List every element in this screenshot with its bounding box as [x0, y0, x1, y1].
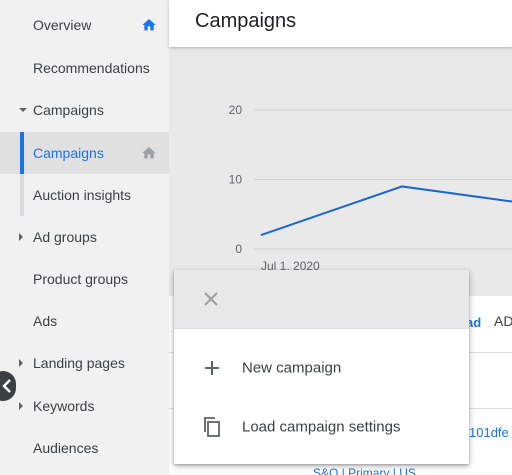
sidebar-item-campaigns-group[interactable]: Campaigns [0, 89, 169, 131]
chevron-right-icon [19, 233, 23, 241]
sidebar-item-label: Recommendations [33, 60, 150, 76]
sidebar-item-label: Landing pages [33, 355, 125, 371]
close-icon[interactable] [202, 290, 220, 308]
sidebar-item-label: Ads [33, 313, 58, 329]
sidebar-item-ad-groups[interactable]: Ad groups [0, 216, 169, 258]
new-campaign-menu-item[interactable]: New campaign [174, 339, 469, 397]
page-header: Campaigns [169, 0, 512, 47]
menu-item-label: New campaign [242, 359, 342, 377]
campaign-id-link[interactable]: 101dfe [469, 425, 509, 440]
y-tick-label: 10 [229, 173, 243, 187]
home-icon [142, 147, 156, 159]
sidebar-item-landing-pages[interactable]: Landing pages [0, 342, 169, 384]
performance-chart: 20100 Jul 1, 2020 [229, 103, 512, 273]
sidebar-item-label: Audiences [33, 440, 99, 456]
campaign-row-link[interactable]: S&O | Primary | US [313, 466, 416, 475]
plus-icon [205, 361, 219, 375]
page-title: Campaigns [195, 10, 297, 32]
load-campaign-settings-menu-item[interactable]: Load campaign settings [174, 398, 469, 456]
sidebar-item-overview[interactable]: Overview [0, 4, 169, 46]
sidebar-item-label: Overview [33, 17, 92, 33]
series-line [260, 185, 512, 237]
sidebar-item-ads[interactable]: Ads [0, 300, 169, 342]
sidebar-item-label: Auction insights [33, 187, 132, 203]
menu-header [174, 270, 469, 329]
sidebar-item-recommendations[interactable]: Recommendations [0, 47, 169, 89]
menu-item-label: Load campaign settings [242, 418, 401, 436]
chevron-down-icon [19, 108, 27, 112]
y-tick-label: 20 [229, 103, 243, 117]
sidebar-item-campaigns[interactable]: Campaigns [0, 132, 169, 174]
sidebar: Overview Recommendations Campaigns Campa… [0, 0, 169, 475]
chart-grid [254, 109, 512, 250]
sidebar-item-label: Keywords [33, 398, 95, 414]
sidebar-item-auction-insights[interactable]: Auction insights [0, 174, 169, 216]
home-icon [142, 19, 156, 31]
chevron-right-icon [19, 359, 23, 367]
table-tab[interactable]: AD [494, 313, 512, 329]
chevron-right-icon [19, 402, 23, 410]
sidebar-item-audiences[interactable]: Audiences [0, 427, 169, 469]
sidebar-item-label: Campaigns [33, 102, 104, 118]
new-campaign-menu: New campaign Load campaign settings [174, 270, 469, 464]
sidebar-item-keywords[interactable]: Keywords [0, 385, 169, 427]
y-tick-label: 0 [235, 242, 242, 256]
sidebar-item-label: Ad groups [33, 229, 97, 245]
sidebar-item-label: Campaigns [33, 145, 104, 161]
chevron-left-icon [2, 379, 11, 393]
y-axis-ticks: 20 10 0 [229, 103, 243, 256]
copy-icon [204, 417, 220, 437]
sub-item-indicator [20, 174, 24, 216]
sidebar-item-product-groups[interactable]: Product groups [0, 258, 169, 300]
sidebar-item-label: Product groups [33, 271, 128, 287]
active-indicator [20, 132, 24, 174]
